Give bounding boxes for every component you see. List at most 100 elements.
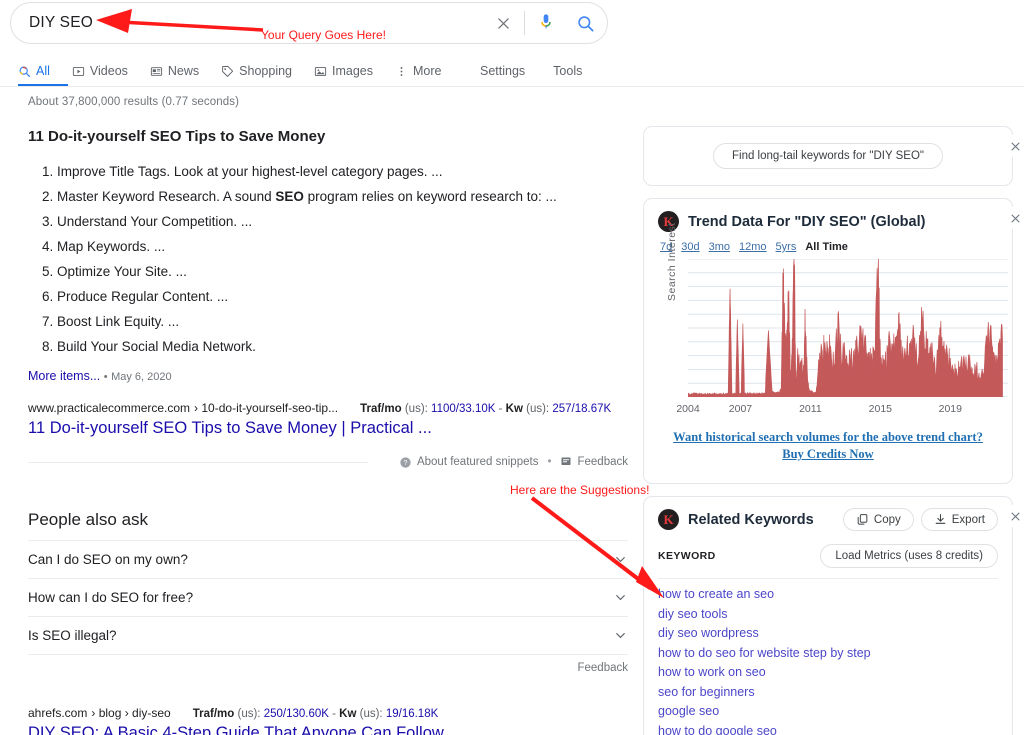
export-button[interactable]: Export [920, 508, 998, 531]
paa-question-label: How can I do SEO for free? [28, 590, 194, 605]
close-related-keywords-panel-button[interactable] [1004, 505, 1024, 527]
clear-search-button[interactable] [486, 15, 520, 32]
chart-y-axis-label: Search Interest [666, 222, 678, 301]
about-featured-snippets-link[interactable]: ? About featured snippets [399, 456, 538, 469]
buy-credits-link[interactable]: Buy Credits Now [658, 446, 998, 463]
paa-feedback-link[interactable]: Feedback [28, 654, 628, 680]
search-submit-button[interactable] [563, 14, 607, 33]
search-tabs-bar: All Videos News Shopping Images More Set… [0, 56, 1024, 87]
news-icon [150, 66, 163, 76]
footer-separator: • [547, 456, 552, 468]
featured-snippet-footer: ? About featured snippets • Feedback [28, 452, 628, 472]
tab-all[interactable]: All [18, 56, 50, 86]
tab-more-label: More [413, 64, 442, 78]
tab-all-label: All [36, 64, 50, 78]
list-item[interactable]: how to create an seo [658, 585, 998, 605]
result-domain[interactable]: ahrefs.com [28, 706, 87, 720]
list-item[interactable]: seo for beginners [658, 683, 998, 703]
chevron-down-icon[interactable] [613, 628, 628, 643]
tab-images-label: Images [332, 64, 373, 78]
export-button-label: Export [951, 513, 985, 526]
result-url-row: ahrefs.com › blog › diy-seo Traf/mo (us)… [28, 706, 628, 720]
tab-videos[interactable]: Videos [72, 56, 128, 86]
chevron-down-icon[interactable] [613, 552, 628, 567]
close-icon [1010, 213, 1020, 223]
tab-news[interactable]: News [150, 56, 199, 86]
search-result: www.practicalecommerce.com › 10-do-it-yo… [28, 401, 628, 438]
list-item[interactable]: google seo [658, 702, 998, 722]
result-domain[interactable]: www.practicalecommerce.com [28, 401, 190, 415]
list-item[interactable]: diy seo wordpress [658, 624, 998, 644]
range-30d[interactable]: 30d [681, 241, 699, 253]
keywords-everywhere-logo-icon: K [658, 509, 679, 530]
image-icon [314, 66, 327, 76]
paa-question-1[interactable]: How can I do SEO for free? [28, 578, 628, 616]
search-icon [19, 66, 30, 77]
kw-label: Kw [505, 403, 523, 415]
related-keywords-title: Related Keywords [688, 511, 814, 528]
result-metrics: Traf/mo (us): 1100/33.10K - Kw (us): 257… [360, 403, 611, 415]
result-title-link[interactable]: DIY SEO: A Basic 4-Step Guide That Anyon… [28, 724, 628, 735]
close-long-tail-panel-button[interactable] [1004, 135, 1024, 157]
paa-question-label: Can I do SEO on my own? [28, 552, 188, 567]
flag-icon [561, 457, 571, 465]
search-divider [524, 11, 525, 35]
voice-search-button[interactable] [529, 13, 563, 33]
range-3mo[interactable]: 3mo [709, 241, 730, 253]
download-icon [935, 514, 946, 524]
snippet-feedback-link[interactable]: Feedback [560, 456, 628, 468]
keywords-everywhere-sidebar: Find long-tail keywords for "DIY SEO" K … [643, 126, 1024, 735]
nav-bottom-divider [0, 86, 1024, 87]
list-item: 6. Produce Regular Content. ... [42, 289, 229, 304]
list-item: 8. Build Your Social Media Network. [42, 339, 256, 354]
trend-data-panel: K Trend Data For "DIY SEO" (Global) 7d 3… [643, 198, 1024, 484]
paa-question-0[interactable]: Can I do SEO on my own? [28, 540, 628, 578]
x-axis-tick: 2011 [799, 403, 822, 415]
x-axis-tick: 2004 [676, 403, 700, 415]
x-axis-tick: 2007 [728, 403, 753, 415]
more-items-link[interactable]: More items... [28, 369, 100, 383]
historical-volumes-link[interactable]: Want historical search volumes for the a… [658, 429, 998, 446]
list-item[interactable]: how to work on seo [658, 663, 998, 683]
settings-button[interactable]: Settings [480, 64, 525, 78]
close-icon [497, 17, 509, 29]
close-trend-panel-button[interactable] [1004, 207, 1024, 229]
metrics-separator: - [332, 708, 336, 720]
tools-button[interactable]: Tools [553, 64, 582, 78]
microphone-icon [541, 14, 551, 29]
load-metrics-button[interactable]: Load Metrics (uses 8 credits) [820, 544, 998, 568]
search-tools-group: Settings Tools [480, 56, 610, 86]
range-5yrs[interactable]: 5yrs [776, 241, 797, 253]
kw-value: 257/18.67K [552, 403, 612, 415]
featured-snippet-title: 11 Do-it-yourself SEO Tips to Save Money [28, 128, 326, 145]
related-keywords-header: K Related Keywords Copy Export [658, 508, 998, 531]
copy-button[interactable]: Copy [842, 508, 914, 531]
related-keywords-subheader: KEYWORD Load Metrics (uses 8 credits) [658, 544, 998, 568]
search-results-column: About 37,800,000 results (0.77 seconds) … [28, 96, 628, 735]
tab-shopping[interactable]: Shopping [221, 56, 292, 86]
find-long-tail-keywords-button[interactable]: Find long-tail keywords for "DIY SEO" [712, 143, 944, 169]
people-also-ask-title: People also ask [28, 510, 149, 529]
list-item[interactable]: how to do seo for website step by step [658, 644, 998, 664]
long-tail-keywords-panel: Find long-tail keywords for "DIY SEO" [643, 126, 1024, 186]
tab-images[interactable]: Images [314, 56, 373, 86]
search-input[interactable]: DIY SEO [11, 14, 486, 32]
close-icon [1010, 511, 1020, 521]
footer-divider [28, 462, 368, 463]
paa-question-2[interactable]: Is SEO illegal? [28, 616, 628, 654]
tab-more[interactable]: More [395, 56, 441, 86]
range-12mo[interactable]: 12mo [739, 241, 767, 253]
list-item[interactable]: diy seo tools [658, 605, 998, 625]
trend-panel-header: K Trend Data For "DIY SEO" (Global) [658, 211, 998, 232]
chevron-down-icon[interactable] [613, 590, 628, 605]
trend-panel-links: Want historical search volumes for the a… [658, 425, 998, 473]
list-item: 5. Optimize Your Site. ... [42, 264, 187, 279]
result-title-link[interactable]: 11 Do-it-yourself SEO Tips to Save Money… [28, 419, 628, 438]
help-circle-icon: ? [400, 456, 411, 468]
trend-range-selector: 7d 30d 3mo 12mo 5yrs All Time [660, 241, 998, 253]
x-axis-tick: 2019 [938, 403, 962, 415]
list-item[interactable]: how to do google seo [658, 722, 998, 735]
range-all-time[interactable]: All Time [805, 241, 848, 253]
google-search-results-page: DIY SEO All Videos News Shopping Images … [0, 0, 1024, 735]
trend-chart: Search Interest 2004 2007 2011 2015 2019 [658, 222, 998, 425]
